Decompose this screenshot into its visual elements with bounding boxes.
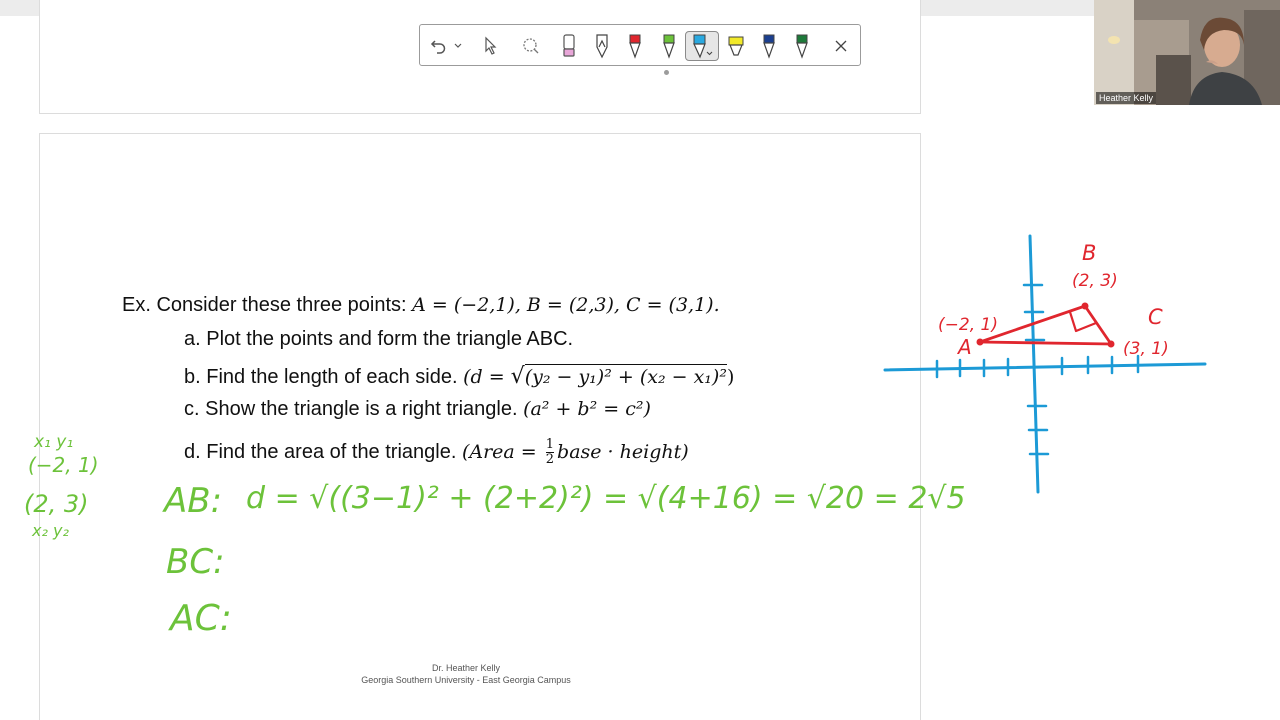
label-c-coords: (3, 1) bbox=[1123, 339, 1169, 359]
bc-label: BC: bbox=[166, 542, 225, 582]
vertex-c bbox=[1107, 340, 1115, 348]
side-note-x2y2: x₂ y₂ bbox=[31, 521, 69, 540]
label-a: A bbox=[956, 335, 972, 359]
vertex-b bbox=[1081, 302, 1089, 310]
side-note-x1y1: x₁ y₁ bbox=[33, 432, 73, 452]
coordinate-graph: A (−2, 1) B (2, 3) C (3, 1) bbox=[883, 234, 1207, 494]
footer-author: Dr. Heather Kelly bbox=[431, 663, 501, 673]
label-b-coords: (2, 3) bbox=[1072, 271, 1118, 291]
triangle-abc bbox=[978, 304, 1113, 346]
side-note-point-b: (2, 3) bbox=[24, 490, 89, 518]
side-note-point-a: (−2, 1) bbox=[28, 453, 99, 477]
footer-institution: Georgia Southern University - East Georg… bbox=[361, 675, 571, 685]
ac-label: AC: bbox=[168, 598, 232, 639]
label-c: C bbox=[1148, 305, 1163, 329]
x-axis bbox=[883, 362, 1207, 372]
label-a-coords: (−2, 1) bbox=[938, 315, 998, 335]
label-b: B bbox=[1082, 241, 1096, 265]
ab-work: d = √((3−1)² + (2+2)²) = √(4+16) = √20 =… bbox=[246, 481, 966, 516]
vertex-a bbox=[976, 338, 984, 346]
graph-labels: A (−2, 1) B (2, 3) C (3, 1) bbox=[938, 241, 1169, 359]
ab-label: AB: bbox=[162, 481, 222, 521]
